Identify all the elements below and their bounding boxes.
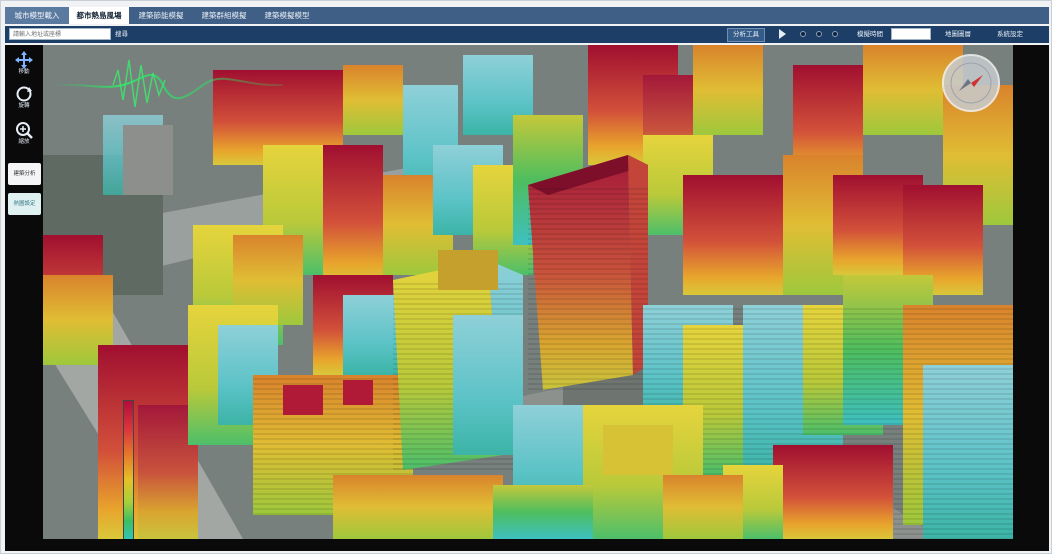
layers-button[interactable]: 地圖圖層 [945,28,971,40]
zoom-tool-label: 縮放 [18,139,30,145]
zoom-icon [16,122,33,139]
tab-group-sim[interactable]: 建築群組模擬 [194,7,254,24]
zoom-tool[interactable]: 縮放 [11,121,37,147]
play-icon[interactable] [779,29,786,39]
right-border [1013,45,1049,551]
move-tool[interactable]: 移動 [11,51,37,77]
settings-button[interactable]: 系統設定 [997,28,1023,40]
heatmap-settings-button[interactable]: 熱圖設定 [8,193,41,215]
tab-sim-model[interactable]: 建築模擬模型 [257,7,317,24]
toolbar: 搜尋 分析工具 模擬時間 地圖圖層 系統設定 [5,26,1049,43]
step-dot-1[interactable] [800,31,806,37]
compass-widget[interactable] [941,53,1001,113]
tab-heat-island[interactable]: 都市熱島風場 [69,7,129,24]
move-tool-label: 移動 [18,69,30,75]
central-tower [528,155,648,390]
search-input[interactable] [9,28,111,40]
search-button[interactable]: 搜尋 [115,28,128,40]
tab-bar: 城市模型載入 都市熱島風場 建築節能模擬 建築群組模擬 建築模擬模型 [5,7,1049,24]
building-analysis-button[interactable]: 建築分析 [8,163,41,185]
rotate-tool[interactable]: 旋轉 [11,85,37,111]
move-icon [15,51,33,69]
step-dot-2[interactable] [816,31,822,37]
bottom-border [43,539,1013,551]
tool-sidebar: 移動 旋轉 縮放 建築分析 熱圖設定 [5,45,43,551]
city-3d-viewport[interactable] [43,45,1013,539]
time-label: 模擬時間 [857,30,883,38]
tab-city-model[interactable]: 城市模型載入 [5,7,69,24]
tab-energy-sim[interactable]: 建築節能模擬 [131,7,191,24]
heat-legend-bar [123,400,134,539]
centre-block [393,250,523,470]
rotate-icon [16,86,32,102]
city-render [43,45,1013,539]
compass-icon [942,54,1000,112]
app-window: 城市模型載入 都市熱島風場 建築節能模擬 建築群組模擬 建築模擬模型 搜尋 分析… [0,0,1052,554]
analysis-button[interactable]: 分析工具 [727,28,765,42]
step-dot-3[interactable] [832,31,838,37]
time-select[interactable] [891,28,931,40]
rotate-tool-label: 旋轉 [18,103,30,109]
